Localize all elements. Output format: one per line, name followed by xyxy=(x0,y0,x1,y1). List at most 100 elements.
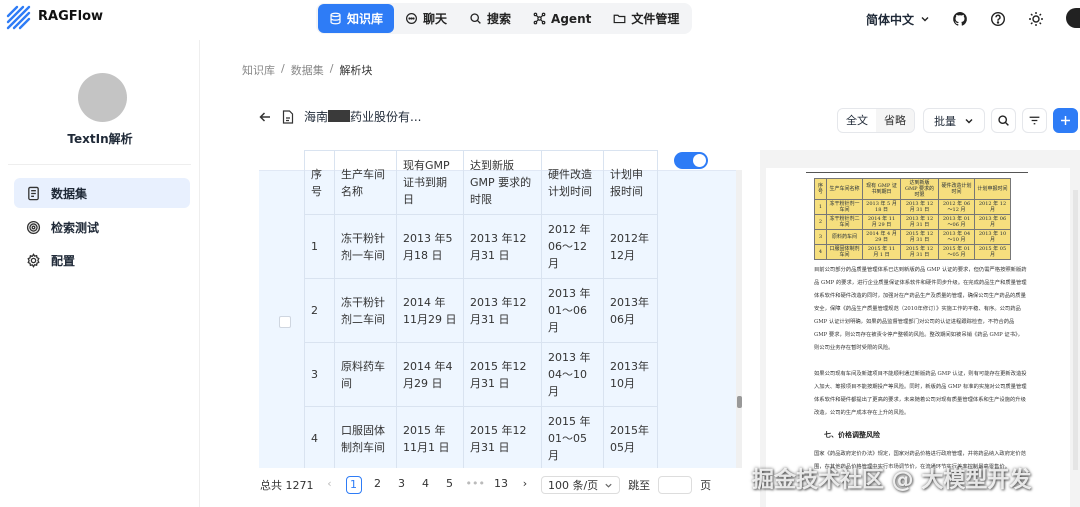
search-chunks-button[interactable] xyxy=(991,108,1016,133)
table-cell: 冻干粉针剂一车间 xyxy=(334,214,397,279)
theme-sun-icon[interactable] xyxy=(1028,11,1044,27)
header-actions: 简体中文 xyxy=(866,8,1080,28)
table-header-cell: 序号 xyxy=(304,150,335,215)
page-number[interactable]: 13 xyxy=(493,476,509,494)
preview-cell: 4 xyxy=(814,244,827,260)
nav-label: Agent xyxy=(551,11,592,26)
page-number[interactable]: 3 xyxy=(394,476,410,494)
chunk-list-scrollbar-thumb[interactable] xyxy=(737,396,742,408)
preview-cell: 2015 年 01～05 月 xyxy=(938,244,975,260)
page-number[interactable]: 1 xyxy=(345,476,362,494)
preview-cell: 序号 xyxy=(814,178,827,200)
table-row: 4 口服固体制剂车间 2015 年11月1 日 2015 年12月31 日 20… xyxy=(304,406,658,468)
nav-file-manager[interactable]: 文件管理 xyxy=(602,4,690,33)
chunk-checkbox[interactable] xyxy=(279,316,291,328)
preview-table-row: 1 冻干粉针剂一车间 2013 年 5 月 18 日 2013 年 12 月 3… xyxy=(814,199,1011,215)
table-cell: 2013 年04～10月 xyxy=(541,342,604,407)
file-icon xyxy=(282,109,294,124)
document-title: 海南 药业股份有... xyxy=(304,108,421,125)
prev-page-icon[interactable]: ‹ xyxy=(322,476,338,494)
user-avatar[interactable] xyxy=(1066,8,1080,28)
page-number[interactable]: 2 xyxy=(370,476,386,494)
preview-cell: 2013 年 06 月 xyxy=(974,214,1011,230)
language-label: 简体中文 xyxy=(865,12,914,27)
batch-label: 批量 xyxy=(934,114,956,128)
page-unit-label: 页 xyxy=(700,479,712,492)
page-number[interactable]: 4 xyxy=(418,476,434,494)
redaction-block xyxy=(328,110,351,122)
preview-cell: 2015 年 05 月 xyxy=(974,244,1011,260)
plus-icon xyxy=(1061,116,1070,125)
chevron-down-icon xyxy=(921,17,929,22)
table-cell: 2013 年12月31 日 xyxy=(463,278,542,343)
table-cell: 2 xyxy=(304,278,335,343)
chat-icon xyxy=(406,13,417,24)
table-header-cell: 硬件改造计划时间 xyxy=(541,150,604,215)
back-arrow-icon[interactable] xyxy=(258,110,272,124)
document-preview-scrollbar[interactable] xyxy=(1073,190,1078,470)
preview-section-title: 七、价格调整风险 xyxy=(824,430,880,439)
breadcrumb-separator: / xyxy=(329,62,334,75)
preview-cell: 2014 年 11 月 29 日 xyxy=(862,214,901,230)
breadcrumb-knowledge-base[interactable]: 知识库 xyxy=(242,62,275,78)
table-cell: 2015 年12月31 日 xyxy=(463,342,542,407)
preview-cell: 生产车间名称 xyxy=(826,178,863,200)
nav-chat[interactable]: 聊天 xyxy=(394,4,458,33)
document-preview: 序号 生产车间名称 现有 GMP 证书到期日 达到新版 GMP 要求的时限 硬件… xyxy=(760,150,1080,507)
nav-label: 文件管理 xyxy=(631,12,680,26)
table-cell: 2015 年11月1 日 xyxy=(396,406,464,468)
filter-icon xyxy=(1029,116,1040,125)
language-select[interactable]: 简体中文 xyxy=(866,11,930,28)
full-text-option[interactable]: 全文 xyxy=(838,109,876,132)
sidebar-item-label: 检索测试 xyxy=(51,220,100,235)
help-icon[interactable] xyxy=(990,11,1006,27)
ragflow-logo-icon[interactable] xyxy=(6,5,32,31)
preview-table-header: 序号 生产车间名称 现有 GMP 证书到期日 达到新版 GMP 要求的时限 硬件… xyxy=(814,178,1011,200)
batch-dropdown[interactable]: 批量 xyxy=(923,108,985,133)
breadcrumb: 知识库 / 数据集 / 解析块 xyxy=(242,62,372,78)
preview-cell: 1 xyxy=(814,199,827,215)
sidebar-item-config[interactable]: 配置 xyxy=(14,245,190,275)
preview-cell: 口服固体制剂车间 xyxy=(826,244,863,260)
page-size-select[interactable]: 100 条/页 xyxy=(540,476,621,494)
main-nav: 知识库 聊天 搜索 Agent 文件管理 xyxy=(316,3,693,34)
nav-agent[interactable]: Agent xyxy=(522,4,602,33)
table-cell: 2013 年12月31 日 xyxy=(463,214,542,279)
target-icon xyxy=(26,220,41,234)
jump-page-input[interactable] xyxy=(658,476,693,494)
breadcrumb-current: 解析块 xyxy=(339,64,373,77)
add-chunk-button[interactable] xyxy=(1053,108,1078,133)
sidebar-item-retrieval-test[interactable]: 检索测试 xyxy=(14,212,190,242)
preview-cell: 硬件改造计划时间 xyxy=(938,178,975,200)
nav-search[interactable]: 搜索 xyxy=(458,4,522,33)
table-header-cell: 现有GMP证书到期日 xyxy=(396,150,464,215)
table-cell: 2012 年06～12月 xyxy=(541,214,604,279)
table-cell: 2013 年01～06月 xyxy=(541,278,604,343)
preview-table-row: 4 口服固体制剂车间 2015 年 11 月 1 日 2015 年 12 月 3… xyxy=(814,244,1011,260)
github-icon[interactable] xyxy=(952,11,968,27)
preview-cell: 2 xyxy=(814,214,827,230)
sidebar-item-dataset[interactable]: 数据集 xyxy=(14,178,190,208)
filter-button[interactable] xyxy=(1022,108,1047,133)
page-number[interactable]: 5 xyxy=(442,476,458,494)
preview-cell: 2014 年 4 月 29 日 xyxy=(862,229,901,245)
chunk-enable-switch[interactable] xyxy=(674,152,708,169)
database-icon xyxy=(330,12,341,25)
chunk-list-scrollbar[interactable] xyxy=(736,170,742,468)
nav-knowledge-base[interactable]: 知识库 xyxy=(318,4,395,33)
page-ellipsis[interactable]: ••• xyxy=(466,476,485,494)
table-cell: 2015 年12月31 日 xyxy=(463,406,542,468)
preview-cell: 2013 年 12 月 31 日 xyxy=(900,214,939,230)
pagination: 总共 1271 ‹ 1 2 3 4 5 ••• 13 › 100 条/页 跳至 … xyxy=(260,476,711,494)
breadcrumb-dataset[interactable]: 数据集 xyxy=(291,62,324,78)
document-icon xyxy=(28,186,39,200)
preview-cell: 计划申报时间 xyxy=(974,178,1011,200)
ellipsis-option[interactable]: 省略 xyxy=(876,109,914,132)
preview-cell: 2015 年 12 月 31 日 xyxy=(900,229,939,245)
app-name[interactable]: RAGFlow xyxy=(38,9,103,24)
folder-icon xyxy=(613,14,626,24)
table-header-cell: 生产车间名称 xyxy=(334,150,397,215)
preview-cell: 冻干粉针剂二车间 xyxy=(826,214,863,230)
chunk-toolbar: 全文 省略 批量 xyxy=(837,108,1080,133)
next-page-icon[interactable]: › xyxy=(517,476,533,494)
